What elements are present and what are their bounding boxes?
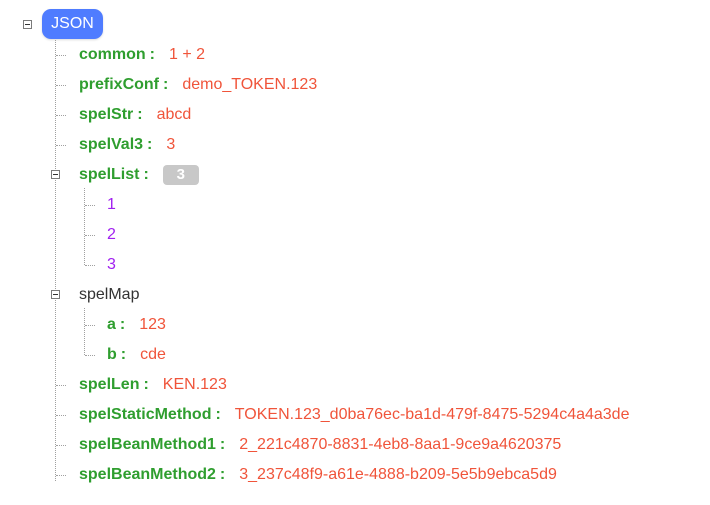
node-colon: : [147,136,153,153]
tree-node-spelmap-a[interactable]: a:123 [107,314,166,336]
tree-node-spelstaticmethod[interactable]: spelStaticMethod: TOKEN.123_d0ba76ec-ba1d… [79,404,629,426]
tree-node-prefixconf[interactable]: prefixConf: demo_TOKEN.123 [79,74,317,96]
node-value: 3 [166,136,176,153]
tree-connector-spellist [84,188,85,265]
tree-connector [56,385,66,386]
node-key: spelStaticMethod [79,406,212,423]
tree-node-spelbeanmethod1[interactable]: spelBeanMethod1:2_221c4870-8831-4eb8-8aa… [79,434,561,456]
node-key: b [107,346,117,363]
tree-node-spelval3[interactable]: spelVal3:3 [79,134,175,156]
node-value: 3_237c48f9-a61e-4888-b209-5e5b9ebca5d9 [239,466,557,483]
tree-connector [85,355,95,356]
node-colon: : [119,316,126,333]
tree-connector [85,235,95,236]
tree-connector [56,445,66,446]
root-node-badge[interactable]: JSON [42,9,103,39]
list-item[interactable]: 2 [107,224,116,246]
tree-node-spellen[interactable]: spelLen: KEN.123 [79,374,227,396]
list-item[interactable]: 3 [107,254,116,276]
node-key: common [79,46,146,63]
node-key: a [107,316,116,333]
item-count-badge: 3 [162,164,199,185]
tree-node-spelmap-b[interactable]: b: cde [107,344,166,366]
node-colon: : [219,466,226,483]
collapse-toggle-spellist[interactable] [51,170,60,179]
collapse-toggle-root[interactable] [23,20,32,29]
tree-connector [56,145,66,146]
collapse-toggle-spelmap[interactable] [51,290,60,299]
node-key: spelBeanMethod1 [79,436,216,453]
tree-connector-spelmap [84,308,85,355]
list-item[interactable]: 1 [107,194,116,216]
node-value: demo_TOKEN.123 [182,76,318,93]
node-value: abcd [156,106,192,123]
json-tree-view: JSON common:1 + 2 prefixConf: demo_TOKEN.… [0,0,710,505]
node-colon: : [149,46,155,63]
node-key: spelStr [79,106,134,123]
node-value: 2_221c4870-8831-4eb8-8aa1-9ce9a4620375 [239,436,562,453]
node-colon: : [120,346,127,363]
node-colon: : [137,106,143,123]
node-colon: : [215,406,221,423]
node-key: spelBeanMethod2 [79,466,216,483]
node-colon: : [143,166,149,183]
tree-node-spelbeanmethod2[interactable]: spelBeanMethod2:3_237c48f9-a61e-4888-b20… [79,464,557,486]
tree-node-common[interactable]: common:1 + 2 [79,44,205,66]
node-key: spelMap [79,286,140,303]
node-value: KEN.123 [162,376,227,393]
node-colon: : [163,76,169,93]
node-value: TOKEN.123_d0ba76ec-ba1d-479f-8475-5294c4… [234,406,630,423]
tree-node-spelmap[interactable]: spelMap [79,284,139,306]
tree-connector [85,265,95,266]
list-item-value: 2 [107,226,116,243]
tree-node-spelstr[interactable]: spelStr: abcd [79,104,191,126]
node-key: spelVal3 [79,136,144,153]
node-key: prefixConf [79,76,159,93]
node-value: 1 + 2 [169,46,206,63]
list-item-value: 3 [107,256,116,273]
tree-connector [56,85,66,86]
tree-connector [56,475,66,476]
node-key: spelLen [79,376,140,393]
list-item-value: 1 [107,196,116,213]
node-value: 123 [139,316,166,333]
node-colon: : [143,376,149,393]
tree-connector [56,115,66,116]
tree-connector [56,55,66,56]
node-value: cde [140,346,166,363]
tree-node-spellist[interactable]: spelList:3 [79,164,199,186]
node-colon: : [219,436,226,453]
tree-connector [85,325,95,326]
tree-connector [85,205,95,206]
tree-connector [56,415,66,416]
node-key: spelList [79,166,140,183]
